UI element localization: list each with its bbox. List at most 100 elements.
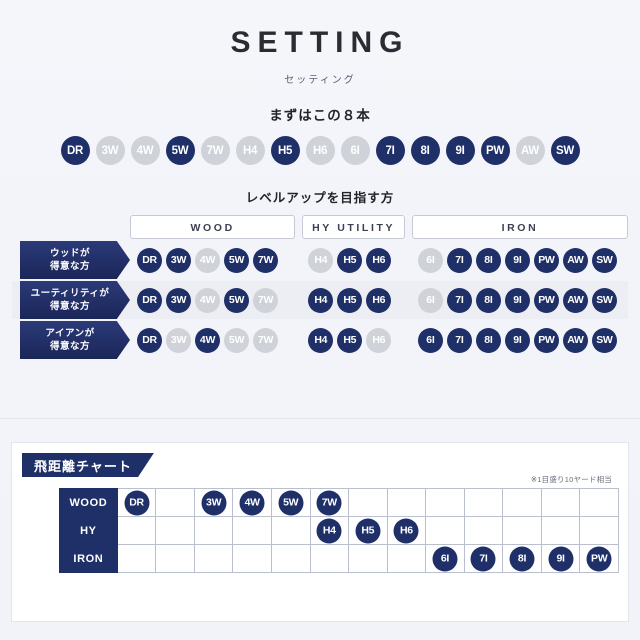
chart-cell <box>270 544 311 573</box>
matrix-row-label: アイアンが 得意な方 <box>12 321 130 359</box>
matrix-column-headers: WOOD HY UTILITY IRON <box>130 215 628 239</box>
arrow-label-shape: ユーティリティが 得意な方 <box>20 281 130 319</box>
chart-cell <box>193 516 234 545</box>
chart-cell: 6I <box>425 544 465 573</box>
chart-cell <box>386 544 427 573</box>
matrix-row-label-line1: アイアンが <box>45 328 95 339</box>
lead-text: まずはこの８本 <box>269 108 371 123</box>
club-badge-7i: 7I <box>446 287 472 313</box>
arrow-label-shape: ウッドが 得意な方 <box>20 241 130 279</box>
club-badge-4w: 4W <box>195 287 220 313</box>
chart-marker-5w: 5W <box>278 490 304 515</box>
matrix-group-wood: DR 3W 4W 5W 7W <box>130 327 295 353</box>
chart-marker-pw: PW <box>586 546 612 571</box>
club-badge-h5: H5 <box>337 287 363 313</box>
chart-cell <box>502 488 542 517</box>
club-badge-pw: PW <box>480 136 510 165</box>
chart-cell: 9I <box>540 544 581 573</box>
chart-marker-3w: 3W <box>201 490 227 515</box>
club-badge-9i: 9I <box>504 247 530 273</box>
club-badge-pw: PW <box>533 247 559 273</box>
page-title: SETTING <box>230 26 410 59</box>
club-badge-h5: H5 <box>270 136 300 165</box>
chart-cell <box>425 516 465 545</box>
chart-cell: DR <box>116 488 157 517</box>
club-badge-h6: H6 <box>366 327 392 353</box>
club-badge-7i: 7I <box>375 136 405 165</box>
chart-cell <box>116 544 157 573</box>
club-badge-aw: AW <box>562 247 588 273</box>
club-summary-row: DR 3W 4W 5W 7W H4 H5 H6 6I 7I 8I 9I PW AW SW <box>0 136 640 165</box>
column-header-iron: IRON <box>411 215 628 239</box>
chart-cell <box>386 488 427 517</box>
matrix-group-iron: 6I 7I 8I 9I PW AW SW <box>412 327 628 353</box>
club-badge-7w: 7W <box>253 287 278 313</box>
club-badge-3w: 3W <box>166 327 191 353</box>
chart-row: IRON 6I 7I 8I 9I PW <box>59 544 619 573</box>
matrix-row: ウッドが 得意な方 DR 3W 4W 5W 7W H4 H5 H6 6I 7I 8I 9I PW AW SW <box>12 241 628 279</box>
distance-chart-tab: 飛距離チャート <box>22 453 154 477</box>
matrix-row: ユーティリティが 得意な方 DR 3W 4W 5W 7W H4 H5 H6 6I 7I 8I 9I PW AW… <box>12 281 628 319</box>
club-badge-6i: 6I <box>417 327 443 353</box>
chart-cell: H5 <box>348 516 388 545</box>
club-badge-sw: SW <box>591 327 617 353</box>
matrix-group-hy: H4 H5 H6 <box>302 247 405 273</box>
chart-marker-4w: 4W <box>239 490 265 515</box>
chart-cell: 7W <box>309 488 350 517</box>
club-badge-4w: 4W <box>130 136 160 165</box>
club-badge-pw: PW <box>533 327 559 353</box>
chart-cell <box>155 544 195 573</box>
club-badge-dr: DR <box>137 247 162 273</box>
club-badge-7w: 7W <box>253 327 278 353</box>
chart-cell: 4W <box>232 488 272 517</box>
chart-cell <box>579 488 619 517</box>
chart-cell <box>348 544 388 573</box>
club-badge-7i: 7I <box>446 247 472 273</box>
matrix-row-label-line2: 得意な方 <box>49 261 90 272</box>
section-divider <box>0 418 640 419</box>
arrow-label-shape: アイアンが 得意な方 <box>20 321 130 359</box>
club-badge-9i: 9I <box>504 287 530 313</box>
chart-marker-7i: 7I <box>470 546 496 571</box>
chart-cell <box>155 516 195 545</box>
club-badge-h5: H5 <box>337 327 363 353</box>
chart-cell: 7I <box>463 544 504 573</box>
matrix-group-hy: H4 H5 H6 <box>302 287 405 313</box>
chart-marker-9i: 9I <box>548 546 574 571</box>
chart-cell <box>540 488 581 517</box>
chart-cell <box>193 544 234 573</box>
matrix-group-hy: H4 H5 H6 <box>302 327 405 353</box>
chart-cell: H4 <box>309 516 350 545</box>
matrix-section-title: レベルアップを目指す方 <box>245 191 395 205</box>
club-badge-5w: 5W <box>224 327 249 353</box>
distance-chart-note: ※1目盛り10ヤード相当 <box>530 475 612 484</box>
chart-cell <box>463 516 504 545</box>
chart-marker-6i: 6I <box>432 546 458 571</box>
club-badge-4w: 4W <box>195 327 220 353</box>
page-subtitle: セッティング <box>284 75 356 86</box>
club-badge-7i: 7I <box>446 327 472 353</box>
club-badge-9i: 9I <box>445 136 475 165</box>
club-badge-sw: SW <box>550 136 580 165</box>
chart-cell <box>232 516 272 545</box>
matrix-row-label: ユーティリティが 得意な方 <box>12 281 130 319</box>
chart-marker-h4: H4 <box>316 518 342 543</box>
column-header-wood: WOOD <box>130 215 296 239</box>
chart-marker-h5: H5 <box>355 518 381 543</box>
club-badge-h4: H4 <box>308 327 334 353</box>
club-badge-6i: 6I <box>417 247 443 273</box>
matrix-group-wood: DR 3W 4W 5W 7W <box>130 247 295 273</box>
club-badge-sw: SW <box>591 247 617 273</box>
chart-cell <box>309 544 350 573</box>
club-badge-h6: H6 <box>305 136 335 165</box>
chart-cell <box>348 488 388 517</box>
matrix-row-label-line2: 得意な方 <box>49 341 90 352</box>
club-badge-h6: H6 <box>366 287 392 313</box>
level-up-matrix: WOOD HY UTILITY IRON ウッドが 得意な方 DR 3W 4W 5W 7W H… <box>12 215 628 359</box>
club-badge-4w: 4W <box>195 247 220 273</box>
matrix-row-label: ウッドが 得意な方 <box>12 241 130 279</box>
club-badge-8i: 8I <box>410 136 440 165</box>
chart-cell <box>270 516 311 545</box>
club-badge-dr: DR <box>137 287 162 313</box>
club-badge-dr: DR <box>60 136 90 165</box>
